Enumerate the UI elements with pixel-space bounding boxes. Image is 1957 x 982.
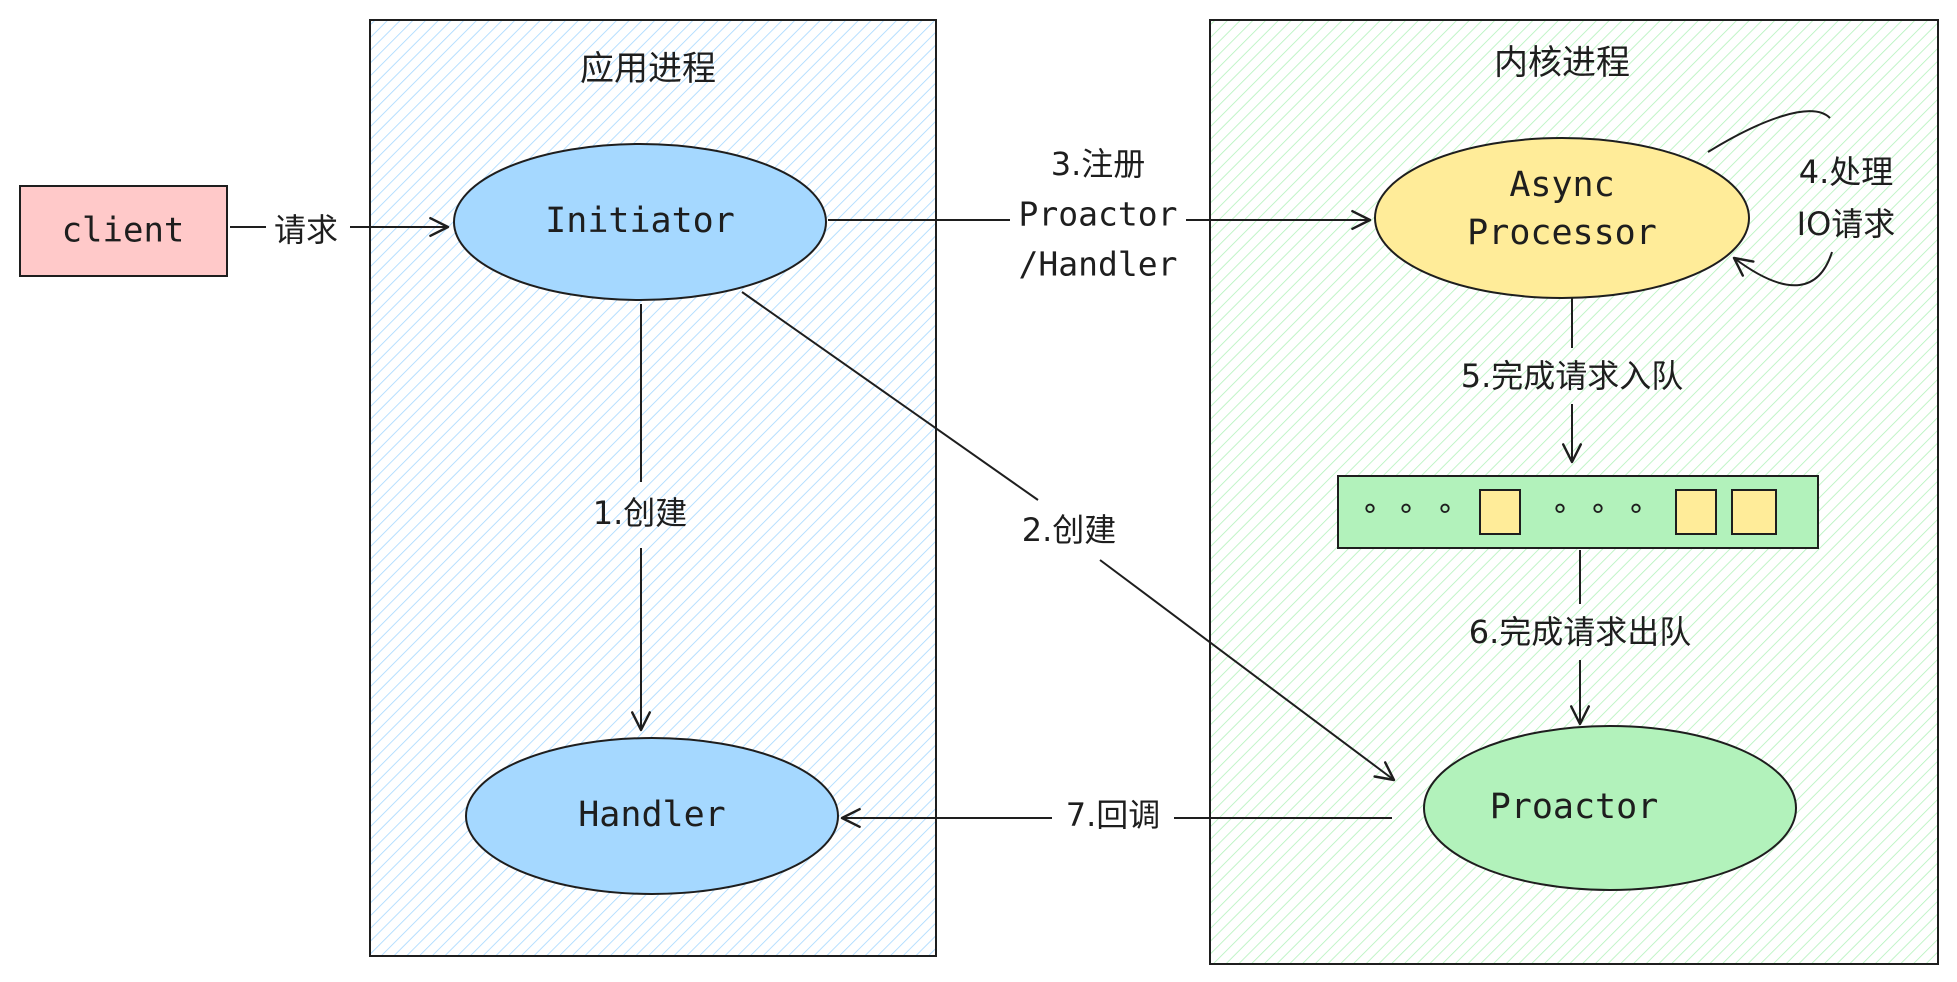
- queue-dot: °: [1553, 499, 1568, 534]
- client-label: client: [62, 211, 185, 251]
- initiator-label: Initiator: [545, 201, 735, 241]
- async-processor-node: Async Processor: [1374, 137, 1750, 299]
- proactor-node: Proactor: [1423, 725, 1797, 891]
- async-processor-label-line1: Async: [1509, 165, 1614, 205]
- proactor-label: Proactor: [1490, 787, 1659, 827]
- kernel-process-title: 内核进程: [1494, 43, 1630, 83]
- edge-label-register-line2: Proactor: [1019, 195, 1178, 234]
- queue-dot: °: [1438, 499, 1453, 534]
- queue-slot: [1675, 489, 1717, 535]
- client-node: client: [19, 185, 228, 277]
- edge-label-create-proactor: 2.创建: [1022, 511, 1117, 549]
- handler-node: Handler: [465, 737, 839, 895]
- edge-label-create-handler: 1.创建: [593, 494, 688, 532]
- queue-dot: °: [1399, 499, 1414, 534]
- async-processor-label-line2: Processor: [1467, 213, 1657, 253]
- edge-label-dequeue: 6.完成请求出队: [1469, 613, 1692, 651]
- edge-label-register-line3: /Handler: [1019, 245, 1178, 284]
- initiator-node: Initiator: [453, 143, 827, 301]
- proactor-diagram: 应用进程 内核进程 请求 1.创建 2.创建 3.注册 Proactor /Ha…: [0, 0, 1957, 982]
- app-process-title: 应用进程: [580, 49, 716, 89]
- edge-label-register-line1: 3.注册: [1051, 145, 1146, 183]
- edge-label-process-line1: 4.处理: [1799, 153, 1894, 191]
- queue-dot: °: [1629, 499, 1644, 534]
- handler-label: Handler: [578, 795, 726, 835]
- queue-slot: [1731, 489, 1777, 535]
- edge-label-process-line2: IO请求: [1797, 205, 1896, 243]
- edge-label-request: 请求: [274, 211, 338, 249]
- queue-slot: [1479, 489, 1521, 535]
- edge-label-enqueue: 5.完成请求入队: [1461, 357, 1684, 395]
- queue-dot: °: [1363, 499, 1378, 534]
- completion-queue: ° ° ° ° ° °: [1337, 475, 1819, 549]
- queue-dot: °: [1591, 499, 1606, 534]
- edge-label-callback: 7.回调: [1066, 796, 1161, 834]
